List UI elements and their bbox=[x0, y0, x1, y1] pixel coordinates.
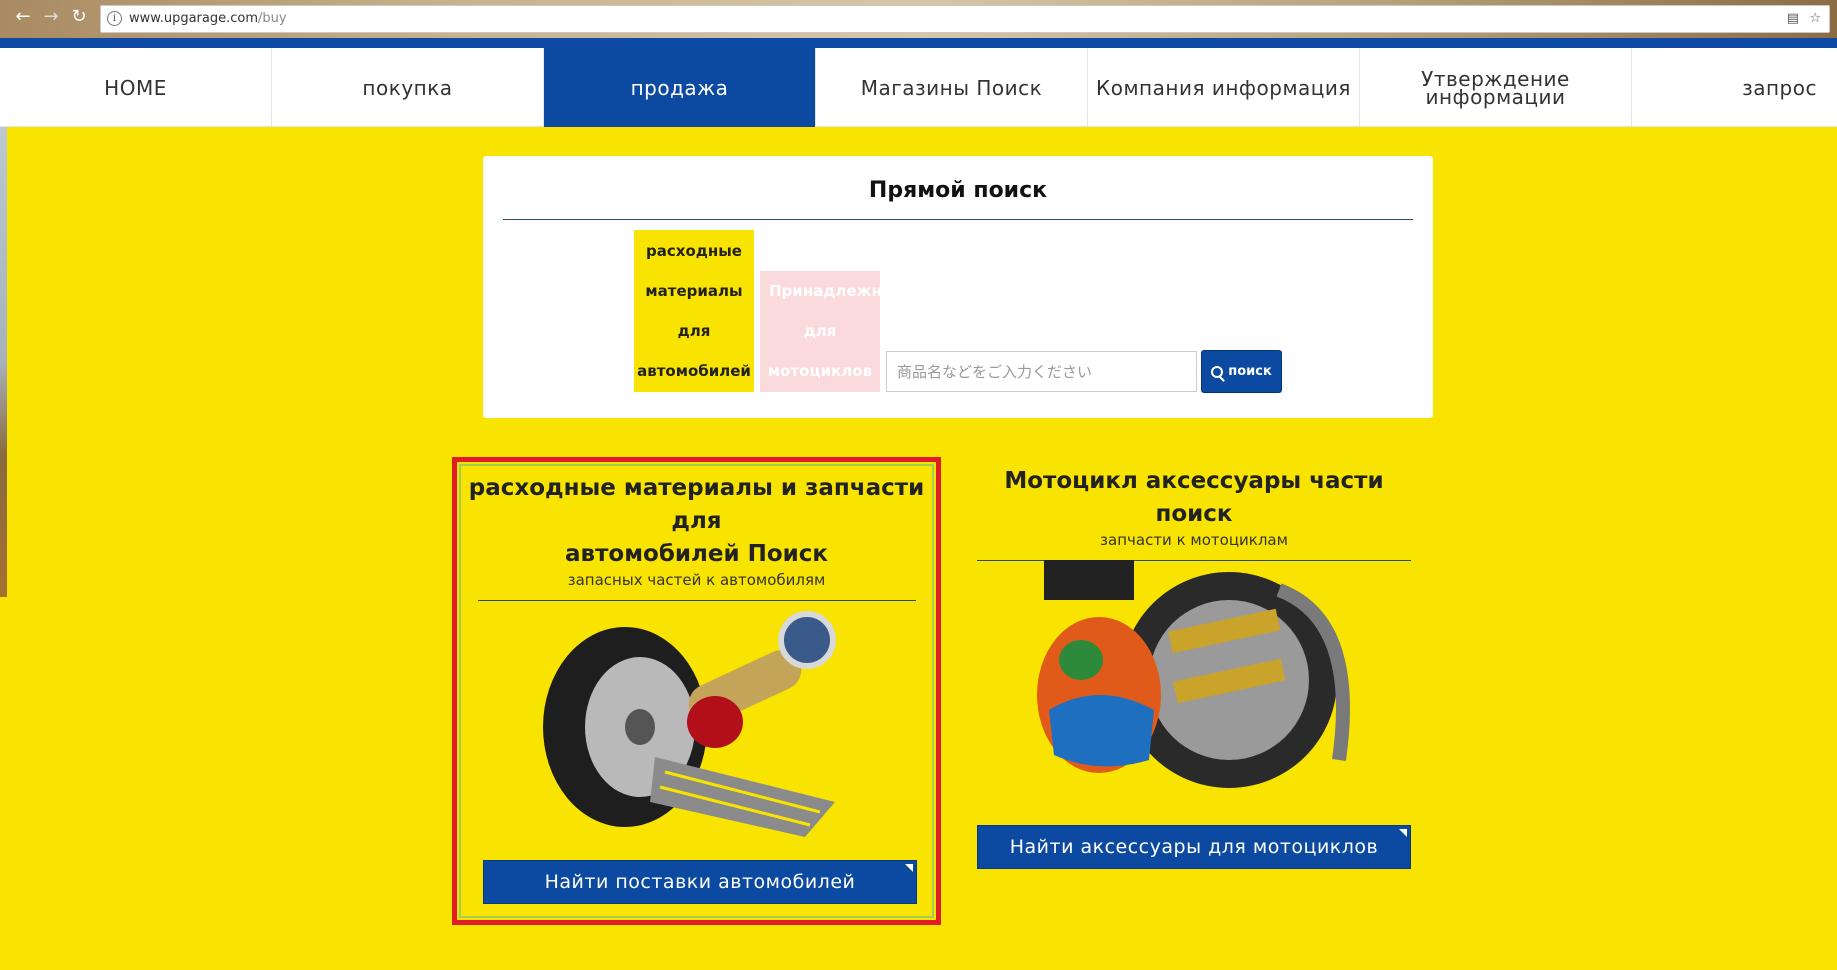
nav-item-company-info[interactable]: Компания информация bbox=[1088, 48, 1360, 127]
nav-item-sell[interactable]: продажа bbox=[544, 48, 816, 127]
muffler-tip bbox=[778, 611, 836, 669]
tab-line: для bbox=[677, 322, 711, 340]
header-accent-bar bbox=[0, 38, 1837, 48]
card-subtitle: запчасти к мотоциклам bbox=[1100, 531, 1288, 549]
site-info-icon[interactable]: i bbox=[107, 11, 122, 26]
url-text: www.upgarage.com/buy bbox=[129, 11, 287, 26]
helmet-logo bbox=[1059, 640, 1103, 680]
corner-arrow-icon bbox=[905, 864, 913, 872]
find-moto-accessories-button[interactable]: Найти аксессуары для мотоциклов bbox=[977, 825, 1411, 869]
url-path: /buy bbox=[258, 11, 287, 26]
wheel-hub bbox=[625, 709, 655, 745]
find-auto-supplies-button[interactable]: Найти поставки автомобилей bbox=[483, 860, 917, 904]
search-input[interactable] bbox=[886, 351, 1197, 392]
tab-line: для bbox=[803, 322, 837, 340]
card-title: Мотоцикл аксессуары части поиск bbox=[1004, 468, 1384, 527]
nav-item-inquiry[interactable]: запрос bbox=[1632, 48, 1837, 127]
nav-label: HOME bbox=[104, 75, 167, 100]
corner-arrow-icon bbox=[1399, 829, 1407, 837]
bookmark-star-icon[interactable]: ☆ bbox=[1809, 11, 1821, 26]
tab-line: Принадлежности bbox=[769, 282, 880, 300]
tab-auto-supplies[interactable]: расходные материалы для автомобилей bbox=[634, 230, 754, 392]
translate-icon[interactable]: ▤ bbox=[1787, 11, 1799, 26]
nav-label: Утверждение информации bbox=[1421, 66, 1570, 109]
nav-label: запрос bbox=[1742, 75, 1817, 100]
nav-label: покупка bbox=[362, 75, 453, 100]
car-parts-illustration bbox=[543, 611, 836, 837]
reload-icon[interactable]: ↻ bbox=[68, 6, 90, 28]
carburetor-shape bbox=[1044, 560, 1134, 600]
motorcycle-parts-illustration bbox=[1037, 560, 1350, 788]
divider bbox=[503, 219, 1413, 220]
auto-parts-card[interactable]: расходные материалы и запчасти для автом… bbox=[452, 457, 941, 925]
button-label: Найти аксессуары для мотоциклов bbox=[1009, 836, 1379, 858]
address-bar[interactable]: i www.upgarage.com/buy ▤ ☆ bbox=[100, 5, 1830, 33]
card-title: автомобилей Поиск bbox=[565, 541, 828, 567]
search-button[interactable]: поиск bbox=[1201, 350, 1282, 393]
tab-line: мотоциклов bbox=[767, 362, 873, 380]
card-title: расходные материалы и запчасти для bbox=[468, 475, 925, 534]
moto-parts-card[interactable]: Мотоцикл аксессуары части поиск запчасти… bbox=[977, 465, 1411, 885]
card-subtitle: запасных частей к автомобилям bbox=[567, 571, 826, 589]
helmet-visor bbox=[1049, 695, 1154, 767]
nav-label: Магазины Поиск bbox=[860, 75, 1043, 100]
nav-item-buy[interactable]: покупка bbox=[272, 48, 544, 127]
nav-item-store-search[interactable]: Магазины Поиск bbox=[816, 48, 1088, 127]
card-header: расходные материалы и запчасти для автом… bbox=[457, 472, 936, 601]
tail-light bbox=[687, 696, 743, 748]
nav-item-home[interactable]: HOME bbox=[0, 48, 272, 127]
nav-item-approval-info[interactable]: Утверждение информации bbox=[1360, 48, 1632, 127]
forward-icon[interactable]: → bbox=[40, 6, 62, 28]
back-icon[interactable]: ← bbox=[12, 6, 34, 28]
direct-search-panel: Прямой поиск расходные материалы для авт… bbox=[483, 156, 1433, 418]
tab-line: расходные bbox=[646, 242, 742, 260]
url-host: www.upgarage.com bbox=[129, 11, 259, 26]
nav-label: Компания информация bbox=[1096, 75, 1351, 100]
tab-line: материалы bbox=[645, 282, 743, 300]
button-label: Найти поставки автомобилей bbox=[544, 871, 856, 893]
tab-moto-accessories[interactable]: Принадлежности для мотоциклов bbox=[760, 271, 880, 392]
nav-label: продажа bbox=[630, 75, 729, 100]
tab-line: автомобилей bbox=[637, 362, 751, 380]
background-edge-decoration bbox=[0, 127, 7, 597]
browser-toolbar: ← → ↻ i www.upgarage.com/buy ▤ ☆ bbox=[0, 0, 1837, 40]
main-nav: HOME покупка продажа Магазины Поиск Комп… bbox=[0, 48, 1837, 127]
search-button-label: поиск bbox=[1228, 364, 1272, 379]
search-icon bbox=[1211, 365, 1224, 378]
search-panel-title: Прямой поиск bbox=[868, 178, 1048, 203]
